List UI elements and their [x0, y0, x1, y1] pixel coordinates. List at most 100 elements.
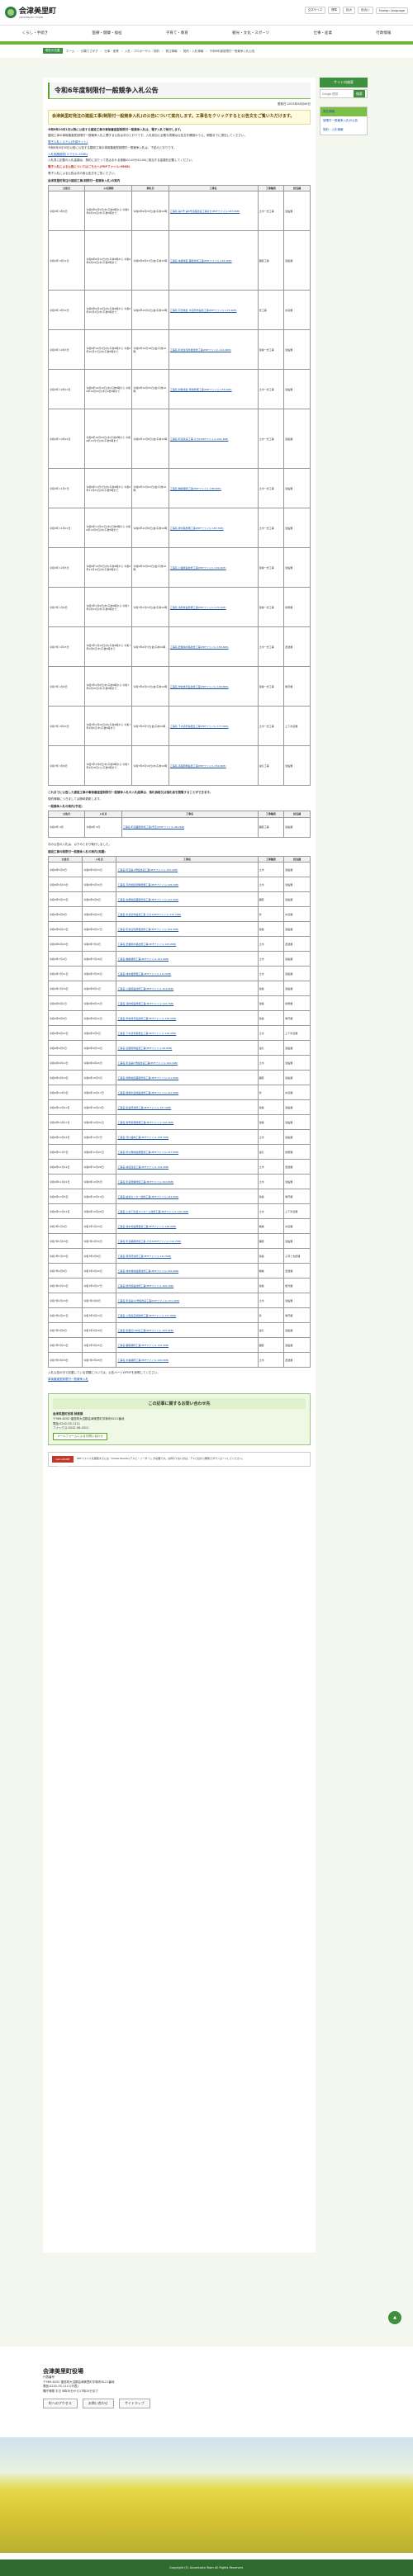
work-name-link[interactable]: 工事名:橋梁補修工事(PDFファイル:188.9KB) — [168, 468, 259, 509]
table-row: 令和6年 12月5日 令和6年12月5日(木)午前9時から 令和6年12月19日(… — [47, 547, 311, 588]
color-button[interactable]: 色合い — [358, 7, 373, 14]
adobe-reader-icon[interactable]: Get ADOBE READER — [52, 1455, 74, 1468]
work-name-link[interactable]: 工事名:高田地区 水道管布設替工事(PDFファイル:172.4KB) — [168, 290, 259, 331]
notice-date-cell: 令和6年8月1日 — [47, 995, 83, 1012]
work-name-link[interactable]: 工事名:排水路整備工事(PDFファイル:163.7KB) — [168, 508, 259, 549]
font-size-large-button[interactable]: 拡大 — [343, 7, 356, 14]
sidebar-item-notice[interactable]: 制限付一般競争入札の公告 — [320, 116, 367, 125]
work-name-link[interactable]: 工事名:町道舗装修繕工事(予定)(PDFファイル:98.2KB) — [121, 816, 259, 838]
notice-date-cell: 令和7年2月20日 — [47, 1293, 83, 1309]
nav-item-work[interactable]: 仕事・産業 — [313, 31, 332, 35]
language-button[interactable]: Foreign Language — [375, 7, 408, 14]
work-name-link[interactable]: 工事名:排水機場設備改修工事(PDFファイル:139.2KB) — [116, 1263, 259, 1279]
work-name-link[interactable]: 工事名:農業用水路改修工事(PDFファイル:158.4KB) — [168, 626, 259, 668]
work-name-link[interactable]: 工事名:保育所改修工事(PDFファイル:121.5KB) — [116, 1248, 259, 1264]
bid-period-cell: 令和6年9月12日(木)午前9時から 令和6年9月26日(木)午後5時まで — [84, 230, 133, 291]
inquiry-button[interactable]: お問い合わせ — [82, 2399, 114, 2409]
work-name-link[interactable]: 工事名:給食センター改修工事(PDFファイル:133.6KB) — [116, 1189, 259, 1205]
bid-date-cell: 令和6年9月19日 — [82, 1040, 117, 1056]
work-name-link[interactable]: 工事名:新鶴地区舗装修繕工事(PDFファイル:111.6KB) — [116, 1070, 259, 1086]
work-name-link[interactable]: 工事名:河川護岸工事(PDFファイル:138.5KB) — [116, 1129, 259, 1146]
work-name-link[interactable]: 工事名:橋梁補修工事(PDFファイル:141.0KB) — [116, 951, 259, 967]
work-name-link[interactable]: 工事名:観光施設改修工事(PDFファイル:108.1KB) — [116, 1278, 259, 1294]
search-input[interactable] — [320, 90, 354, 97]
nav-item-tourism[interactable]: 観光・文化・スポーツ — [232, 31, 269, 35]
work-name-link[interactable]: 工事名:下水道管渠更生工事(PDFファイル:177.5KB) — [168, 706, 259, 747]
work-name-link[interactable]: 工事名:排水路整備工事(PDFファイル:113.5KB) — [116, 966, 259, 982]
work-name-link[interactable]: 工事名:消防施設整備工事(PDFファイル:119.7KB) — [116, 995, 259, 1012]
work-type-cell: 土木 — [257, 877, 285, 893]
work-name-link[interactable]: 工事名:町道舗装修繕工事 その2(PDFファイル:114.7KB) — [116, 1233, 259, 1250]
work-name-link[interactable]: 工事名:消防施設整備工事(PDFファイル:170.1KB) — [168, 587, 259, 628]
breadcrumb-order[interactable]: 発注情報 — [165, 50, 177, 54]
work-name-link[interactable]: 工事名:町道改良工事 その1(PDFファイル:201.3KB) — [168, 409, 259, 470]
price-sheet-link[interactable]: 入札価格調書(エクセル:51KB) — [48, 153, 311, 158]
work-name-link[interactable]: 工事名:公民館空調改修工事(PDFファイル:117.8KB) — [116, 1307, 259, 1324]
work-name-link[interactable]: 工事名:町営住宅屋根改修工事(PDFファイル:109.3KB) — [116, 921, 259, 938]
work-name-link[interactable]: 工事名:除雪車庫整備工事(PDFファイル:116.4KB) — [116, 1114, 259, 1131]
bid-date-cell: 令和7年3月28日 — [82, 1352, 117, 1368]
work-name-link[interactable]: 工事名:下水道管渠更生工事(PDFファイル:128.4KB) — [116, 1025, 259, 1042]
e-bid-notice-link[interactable]: 電子入札による公告についてはこちらへ(PDFファイル:95KB) — [48, 165, 311, 170]
work-name-link[interactable]: 工事名:浄水場設備更新工事(PDFファイル:146.9KB) — [116, 1218, 259, 1235]
work-name-link[interactable]: 工事名:町道第1号線改良工事(PDFファイル:120.4KB) — [116, 862, 259, 878]
work-name-link[interactable]: 工事名:学校体育館改修工事(PDFファイル:136.2KB) — [116, 1010, 259, 1027]
sitemap-button[interactable]: サイトマップ — [118, 2399, 150, 2409]
work-name-link[interactable]: 工事名:高田地区側溝整備工事(PDFファイル:118.2KB) — [116, 877, 259, 893]
page-top-button[interactable]: ▲ — [388, 2311, 401, 2324]
notice-date-cell: 令和6年12月12日 — [47, 1203, 83, 1220]
bid-date-cell: 令和7年3月13日 — [82, 1307, 117, 1324]
breadcrumb-bid[interactable]: 入札・プロポーザル・契約 — [125, 50, 159, 54]
nav-item-life[interactable]: くらし・手続き — [22, 31, 49, 35]
e-bid-system-link[interactable]: 電子入札システム(外部サイト) — [48, 140, 311, 145]
work-name-link[interactable]: 工事名:町道第12号線改良工事(PDFファイル:131.4KB) — [116, 1293, 259, 1309]
dept-cell: 建設課 — [283, 1070, 311, 1086]
work-name-link[interactable]: 工事名:第1号 第6号道路改良工事ほか(PDFファイル:187.8KB) — [168, 191, 259, 232]
attachment-link[interactable]: 事後審査型制限付一般競争入札 — [48, 1378, 311, 1383]
work-name-link[interactable]: 工事名:公共下水道マンホール改修工事(PDFファイル:110.3KB) — [116, 1203, 259, 1220]
contact-form-button[interactable]: メールフォームによるお問い合わせ — [53, 1432, 107, 1440]
font-size-normal-button[interactable]: 標準 — [328, 7, 341, 14]
work-name-link[interactable]: 工事名:集会所改修工事(PDFファイル:107.9KB) — [116, 1099, 259, 1116]
work-name-link[interactable]: 工事名:街路灯LED化工事(PDFファイル:105.0KB) — [116, 1322, 259, 1339]
search-button[interactable]: 検索 — [354, 90, 365, 97]
breadcrumb-work[interactable]: 仕事・産業 — [104, 50, 119, 54]
work-name-link[interactable]: 工事名:公園施設改修工事(PDFファイル:104.6KB) — [116, 981, 259, 997]
work-name-link[interactable]: 工事名:水路補修工事(PDFファイル:100.6KB) — [116, 1352, 259, 1368]
work-name-link[interactable]: 工事名:町道側溝修繕工事(PDFファイル:102.8KB) — [116, 1174, 259, 1190]
bid-date-cell: 令和6年 5月 — [84, 816, 122, 838]
bid-period-cell: 令和6年9月19日(木)午前9時から 令和6年10月3日(木)午後5時まで — [84, 290, 133, 331]
sidebar-item-contract[interactable]: 契約・入札情報 — [320, 125, 367, 135]
nav-item-education[interactable]: 子育て・教育 — [166, 31, 188, 35]
work-name-link[interactable]: 工事名:舗装補修工事(PDFファイル:112.2KB) — [116, 1337, 259, 1354]
breadcrumb-category[interactable]: 分類でさがす — [81, 50, 98, 54]
table-row: 令和6年 9月5日 令和6年9月5日(木)午前9時から 令和6年9月19日(木)午… — [47, 191, 311, 232]
breadcrumb-contract[interactable]: 契約・入札情報 — [183, 50, 204, 54]
work-name-link[interactable]: 工事名:町営住宅外壁改修工事(PDFファイル:141.6KB) — [168, 329, 259, 371]
breadcrumb-home[interactable]: ホーム — [66, 50, 74, 54]
nav-item-health[interactable]: 医療・健康・福祉 — [93, 31, 122, 35]
work-name-link[interactable]: 工事名:新鶴地区 側溝整備工事(PDFファイル:155.0KB) — [168, 369, 259, 410]
work-name-link[interactable]: 工事名:水道管布設替工事 その1(PDFファイル:132.7KB) — [116, 906, 259, 923]
work-name-link[interactable]: 工事名:林道改良工事(PDFファイル:119.2KB) — [116, 1159, 259, 1175]
notice-date-cell: 令和6年6月13日 — [47, 921, 83, 938]
table-row: 令和6年8月1日 令和6年8月15日 工事名:消防施設整備工事(PDFファイル:11… — [47, 995, 311, 1012]
nav-item-admin[interactable]: 行政情報 — [376, 31, 391, 35]
dept-cell: 建設課 — [283, 191, 311, 232]
work-name-link[interactable]: 工事名:道路照明設置工事(PDFファイル:99.8KB) — [116, 1040, 259, 1056]
site-logo[interactable]: 会津美里町 AIZUMISATO TOWN — [5, 5, 56, 19]
dept-cell: 総務課 — [283, 587, 311, 628]
bid-date-cell: 令和6年11月28日 — [82, 1159, 117, 1175]
work-name-link[interactable]: 工事名:簡易水道施設改修工事(PDFファイル:122.3KB) — [116, 1085, 259, 1101]
work-name-link[interactable]: 工事名:道路照明設置工事(PDFファイル:152.6KB) — [168, 745, 259, 787]
access-button[interactable]: 町へのアクセス — [43, 2399, 78, 2409]
work-name-link[interactable]: 工事名:学校体育館改修工事(PDFファイル:196.8KB) — [168, 666, 259, 707]
work-name-link[interactable]: 工事名:公園施設改修工事(PDFファイル:149.2KB) — [168, 547, 259, 588]
bid-period-cell: 令和6年12月5日(木)午前9時から 令和6年12月19日(木)午後5時まで — [84, 547, 133, 588]
work-name-link[interactable]: 工事名:本郷地区舗装修繕工事(PDFファイル:115.9KB) — [116, 891, 259, 908]
work-name-link[interactable]: 工事名:町道第6号線改良工事(PDFファイル:144.1KB) — [116, 1055, 259, 1071]
work-name-link[interactable]: 工事名:防災無線設備更新工事(PDFファイル:127.0KB) — [116, 1144, 259, 1160]
work-name-link[interactable]: 工事名:農業用水路改修工事(PDFファイル:125.8KB) — [116, 936, 259, 952]
site-search: 検索 — [320, 89, 368, 98]
work-name-link[interactable]: 工事名:本郷地区 舗装修繕工事(PDFファイル:164.2KB) — [168, 230, 259, 291]
